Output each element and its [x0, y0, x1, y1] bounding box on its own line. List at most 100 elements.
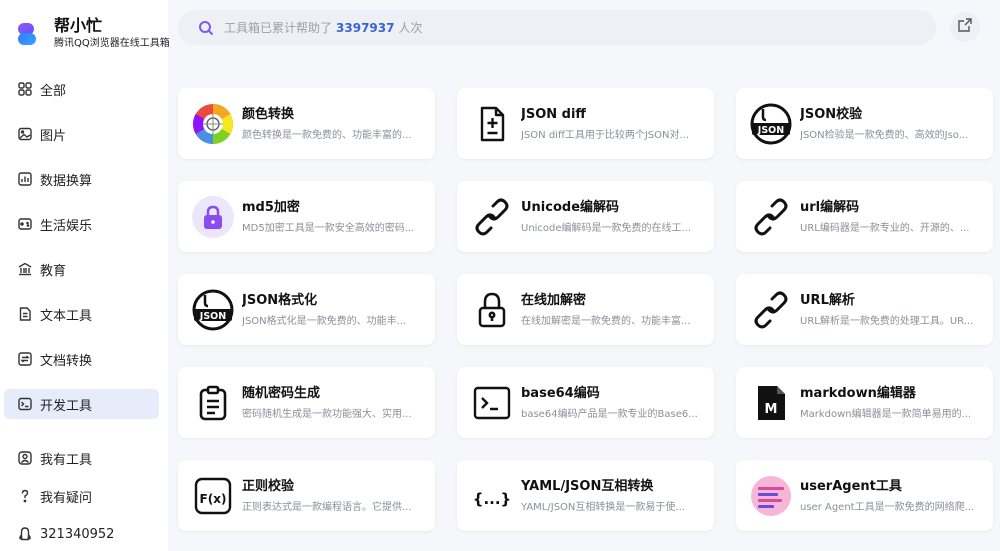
search-bar[interactable]: 工具箱已累计帮助了 3397937 人次 [178, 10, 936, 45]
sidebar: 帮小忙 腾讯QQ浏览器在线工具箱 全部 图片 数据换算 生活娱乐 教育 文本工具 [0, 0, 170, 551]
sidebar-item-doc-conversion[interactable]: 文档转换 [4, 344, 159, 374]
chart-icon [18, 172, 32, 186]
sidebar-item-my-questions[interactable]: 我有疑问 [4, 481, 159, 511]
file-diff-icon [471, 103, 513, 145]
tool-card-desc: 颜色转换是一款免费的、功能丰富的... [242, 129, 412, 141]
function-icon: F(x) [192, 475, 234, 517]
tool-card-desc: JSON diff工具用于比较两个JSON对... [521, 129, 690, 141]
sidebar-item-label: 教育 [40, 263, 67, 279]
sidebar-item-label: 我有疑问 [40, 490, 93, 506]
convert-icon [18, 352, 32, 366]
tool-card-url-parse[interactable]: URL解析 URL解析是一款免费的处理工具。UR... [736, 274, 993, 345]
tool-card-title: URL解析 [800, 292, 855, 308]
sidebar-item-images[interactable]: 图片 [4, 119, 159, 149]
tool-card-md5[interactable]: md5加密 MD5加密工具是一款安全高效的密码... [178, 181, 435, 252]
search-icon [198, 20, 214, 36]
clipboard-icon [192, 382, 234, 424]
tool-card-title: url编解码 [800, 199, 860, 215]
user-icon [18, 451, 32, 465]
sidebar-item-label: 生活娱乐 [40, 218, 93, 234]
tool-card-title: Unicode编解码 [521, 199, 620, 215]
tool-card-title: JSON校验 [800, 106, 863, 122]
tool-card-json-validate[interactable]: JSON JSON校验 JSON检验是一款免费的、高效的Jso... [736, 88, 993, 159]
link-icon [750, 289, 792, 331]
tool-card-json-diff[interactable]: JSON diff JSON diff工具用于比较两个JSON对... [457, 88, 714, 159]
sidebar-item-qq-group[interactable]: 321340952 [4, 519, 159, 549]
sidebar-item-life-entertainment[interactable]: 生活娱乐 [4, 209, 159, 239]
tool-card-desc: URL解析是一款免费的处理工具。UR... [800, 315, 974, 327]
share-icon [957, 17, 973, 37]
sidebar-item-label: 全部 [40, 83, 67, 99]
tool-card-title: userAgent工具 [800, 478, 902, 494]
json-badge-icon: JSON [192, 289, 234, 331]
json-badge-icon: JSON [750, 103, 792, 145]
logo-icon [16, 21, 40, 47]
tool-card-title: md5加密 [242, 199, 300, 215]
sidebar-item-text-tools[interactable]: 文本工具 [4, 299, 159, 329]
link-icon [471, 196, 513, 238]
color-wheel-icon [192, 103, 234, 145]
tool-card-title: YAML/JSON互相转换 [521, 478, 654, 494]
tool-card-useragent[interactable]: userAgent工具 user Agent工具是一款免费的网络爬... [736, 460, 993, 531]
tool-card-desc: 密码随机生成是一款功能强大、实用... [242, 408, 412, 420]
tool-card-title: 随机密码生成 [242, 385, 321, 401]
brand-name: 帮小忙 [54, 16, 103, 35]
braces-icon: {...} [471, 475, 513, 517]
tool-card-markdown[interactable]: M markdown编辑器 Markdown编辑器是一款简单易用的... [736, 367, 993, 438]
sidebar-item-label: 图片 [40, 128, 67, 144]
share-button[interactable] [950, 12, 980, 42]
markdown-badge-text: M [765, 402, 778, 417]
json-badge-text: JSON [757, 125, 784, 136]
tool-card-desc: base64编码产品是一款专业的Base6... [521, 408, 698, 420]
tool-card-yaml-json[interactable]: {...} YAML/JSON互相转换 YAML/JSON互相转换是一款易于使.… [457, 460, 714, 531]
image-icon [18, 127, 32, 141]
tool-card-random-password[interactable]: 随机密码生成 密码随机生成是一款功能强大、实用... [178, 367, 435, 438]
sidebar-item-label: 321340952 [40, 526, 115, 542]
sidebar-bottom-nav: 我有工具 我有疑问 321340952 [4, 443, 159, 551]
sidebar-item-all[interactable]: 全部 [4, 74, 159, 104]
tool-card-encrypt[interactable]: 在线加解密 在线加解密是一款免费的、功能丰富... [457, 274, 714, 345]
function-badge-text: F(x) [200, 492, 227, 506]
tool-card-desc: user Agent工具是一款免费的网络爬... [800, 501, 975, 513]
brand[interactable]: 帮小忙 腾讯QQ浏览器在线工具箱 [16, 16, 170, 51]
useragent-icon [750, 475, 792, 517]
search-placeholder-prefix: 工具箱已累计帮助了 [224, 21, 333, 35]
link-icon [750, 196, 792, 238]
tool-card-title: base64编码 [521, 385, 600, 401]
sidebar-item-data-conversion[interactable]: 数据换算 [4, 164, 159, 194]
json-badge-text: JSON [199, 311, 226, 322]
tool-card-desc: Unicode编解码是一款免费的在线工... [521, 222, 692, 234]
terminal-icon [18, 397, 32, 411]
tool-card-regex[interactable]: F(x) 正则校验 正则表达式是一款编程语言。它提供... [178, 460, 435, 531]
tool-card-title: markdown编辑器 [800, 385, 916, 401]
bank-icon [18, 262, 32, 276]
tool-card-title: 颜色转换 [242, 106, 295, 122]
sidebar-nav: 全部 图片 数据换算 生活娱乐 教育 文本工具 文档转换 开发工具 [4, 74, 159, 434]
tool-card-title: JSON格式化 [242, 292, 318, 308]
tool-card-desc: 在线加解密是一款免费的、功能丰富... [521, 315, 691, 327]
tool-card-desc: JSON检验是一款免费的、高效的Jso... [800, 129, 969, 141]
qq-icon [18, 527, 32, 541]
lock-purple-icon [192, 195, 234, 238]
grid-icon [18, 82, 32, 96]
tool-card-desc: Markdown编辑器是一款简单易用的... [800, 408, 972, 420]
sidebar-item-my-tools[interactable]: 我有工具 [4, 443, 159, 473]
tool-card-desc: MD5加密工具是一款安全高效的密码... [242, 222, 415, 234]
sidebar-item-label: 数据换算 [40, 173, 93, 189]
tool-card-title: 正则校验 [242, 478, 295, 494]
sidebar-item-label: 文档转换 [40, 353, 93, 369]
sidebar-item-label: 文本工具 [40, 308, 93, 324]
tool-card-desc: YAML/JSON互相转换是一款易于使... [521, 501, 685, 513]
tool-card-url-codec[interactable]: url编解码 URL编码器是一款专业的、开源的、... [736, 181, 993, 252]
tool-card-title: JSON diff [521, 106, 586, 122]
tool-card-title: 在线加解密 [521, 292, 587, 308]
tool-card-base64[interactable]: base64编码 base64编码产品是一款专业的Base6... [457, 367, 714, 438]
tool-card-color-convert[interactable]: 颜色转换 颜色转换是一款免费的、功能丰富的... [178, 88, 435, 159]
tool-card-json-format[interactable]: JSON JSON格式化 JSON格式化是一款免费的、功能丰... [178, 274, 435, 345]
sidebar-item-label: 开发工具 [40, 398, 93, 414]
tool-card-desc: JSON格式化是一款免费的、功能丰... [242, 315, 407, 327]
sidebar-item-education[interactable]: 教育 [4, 254, 159, 284]
tool-card-unicode[interactable]: Unicode编解码 Unicode编解码是一款免费的在线工... [457, 181, 714, 252]
markdown-file-icon: M [750, 382, 792, 424]
sidebar-item-dev-tools[interactable]: 开发工具 [4, 389, 159, 419]
